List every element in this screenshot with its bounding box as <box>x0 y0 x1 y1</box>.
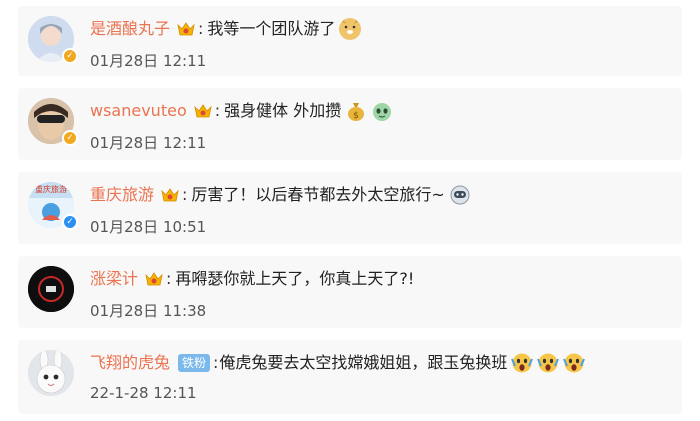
comment-list: ✓ 是酒酿丸子 : 我等一个团队游了 01月28日 12:11 ✓ wsanev… <box>0 0 700 421</box>
fan-crown-icon <box>144 271 164 287</box>
doge-emoji-icon <box>339 18 362 40</box>
username-link[interactable]: 飞翔的虎兔 <box>90 352 170 374</box>
avatar[interactable] <box>28 266 74 312</box>
comment-item: 飞翔的虎兔 铁粉 : 俺虎兔要去太空找嫦娥姐姐，跟玉兔换班 22-1-28 12… <box>18 340 682 414</box>
comment-text: 我等一个团队游了 <box>207 19 336 38</box>
timestamp: 01月28日 11:38 <box>90 302 207 320</box>
scream-emoji-icon <box>563 352 586 374</box>
alien-emoji-icon <box>371 100 393 122</box>
timestamp: 01月28日 12:11 <box>90 134 207 152</box>
avatar[interactable] <box>28 350 74 396</box>
comment-item: 重庆旅游 ✓ 重庆旅游 : 厉害了！以后春节都去外太空旅行~ 01月28日 10… <box>18 172 682 244</box>
scream-emoji-icon <box>511 352 534 374</box>
timestamp: 01月28日 10:51 <box>90 218 207 236</box>
verified-badge-icon: ✓ <box>62 130 78 146</box>
comment-item: ✓ wsanevuteo : 强身健体 外加攒 $ 01月28日 12:11 <box>18 88 682 160</box>
username-link[interactable]: 重庆旅游 <box>90 184 154 206</box>
comment-text: 再嘚瑟你就上天了，你真上天了?! <box>175 269 415 288</box>
verified-badge-icon: ✓ <box>62 48 78 64</box>
fan-crown-icon <box>176 21 196 37</box>
svg-text:$: $ <box>353 111 359 121</box>
comment-text: 俺虎兔要去太空找嫦娥姐姐，跟玉兔换班 <box>219 353 508 372</box>
fan-crown-icon <box>160 187 180 203</box>
username-link[interactable]: 是酒酿丸子 <box>90 18 170 40</box>
timestamp: 22-1-28 12:11 <box>90 384 197 402</box>
comment-text: 强身健体 外加攒 <box>224 101 342 120</box>
money-bag-emoji-icon: $ <box>345 100 367 122</box>
comment-text: 厉害了！以后春节都去外太空旅行~ <box>191 185 445 204</box>
comment-item: ✓ 是酒酿丸子 : 我等一个团队游了 01月28日 12:11 <box>18 6 682 76</box>
astronaut-emoji-icon <box>449 184 471 206</box>
fan-crown-icon <box>193 103 213 119</box>
verified-badge-icon: ✓ <box>62 214 78 230</box>
fan-level-badge: 铁粉 <box>178 354 211 372</box>
scream-emoji-icon <box>537 352 560 374</box>
avatar-caption: 重庆旅游 <box>35 185 67 194</box>
timestamp: 01月28日 12:11 <box>90 52 207 70</box>
username-link[interactable]: 涨梁计 <box>90 268 138 290</box>
username-link[interactable]: wsanevuteo <box>90 100 187 122</box>
comment-item: 涨梁计 : 再嘚瑟你就上天了，你真上天了?! 01月28日 11:38 <box>18 256 682 328</box>
